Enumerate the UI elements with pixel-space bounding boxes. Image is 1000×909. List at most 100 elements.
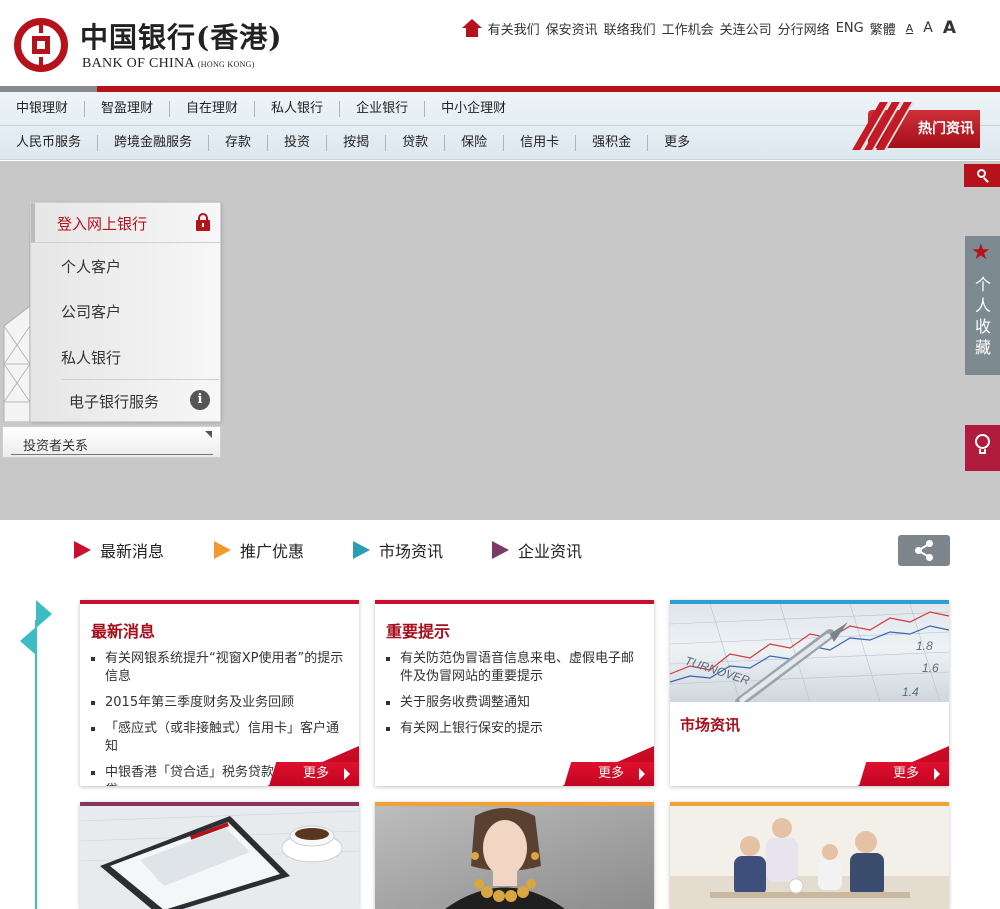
chart-word-1-8: 1.8 <box>916 639 933 653</box>
nav-loans[interactable]: 贷款 <box>386 135 446 151</box>
link-branch-network[interactable]: 分行网络 <box>778 19 830 38</box>
card-title: 重要提示 <box>386 622 451 641</box>
tips-button[interactable] <box>965 425 1000 471</box>
nav-free-wealth[interactable]: 自在理财 <box>170 100 256 117</box>
login-private-banking[interactable]: 私人银行 <box>61 347 121 368</box>
logo-english-name: BANK OF CHINA (HONG KONG) <box>82 56 255 71</box>
nav-sme[interactable]: 中小企理财 <box>425 101 522 117</box>
timeline-line <box>35 620 37 909</box>
family-photo <box>670 806 949 909</box>
share-button[interactable] <box>898 535 950 566</box>
search-button[interactable] <box>964 164 1000 187</box>
promotion-card[interactable] <box>375 802 654 909</box>
chevron-right-icon <box>639 768 645 780</box>
news-item[interactable]: 有关网银系统提升“视窗XP使用者”的提示信息 <box>91 650 349 686</box>
info-icon[interactable]: i <box>190 390 210 410</box>
nav-corporate-banking[interactable]: 企业银行 <box>340 100 426 117</box>
link-careers[interactable]: 工作机会 <box>662 19 714 38</box>
tab-arrow-icon <box>492 541 509 559</box>
nav-wise-wealth[interactable]: 智盈理财 <box>85 100 171 117</box>
chart-word-1-6: 1.6 <box>922 661 939 675</box>
notice-item[interactable]: 有关防范伪冒语音信息来电、虚假电子邮件及伪冒网站的重要提示 <box>386 650 644 686</box>
online-banking-login-panel: 登入网上银行 个人客户 公司客户 私人银行 电子银行服务 i <box>30 202 221 422</box>
font-size-small[interactable]: A <box>906 22 914 35</box>
tab-arrow-icon <box>214 541 231 559</box>
chevron-right-icon <box>344 768 350 780</box>
chevron-right-icon <box>934 768 940 780</box>
notice-item[interactable]: 关于服务收费调整通知 <box>386 694 644 712</box>
nav-cross-border[interactable]: 跨境金融服务 <box>98 135 210 151</box>
nav-row-products: 人民币服务 跨境金融服务 存款 投资 按揭 贷款 保险 信用卡 强积金 更多 <box>0 126 706 160</box>
login-divider <box>61 379 219 380</box>
link-related-companies[interactable]: 关连公司 <box>720 19 772 38</box>
lang-traditional[interactable]: 繁體 <box>870 19 896 38</box>
login-header[interactable]: 登入网上银行 <box>31 203 220 243</box>
lightbulb-icon <box>975 434 990 454</box>
tab-latest-news[interactable]: 最新消息 <box>74 538 164 562</box>
personal-favorites-tab[interactable]: ★ 个 人 收 藏 <box>965 236 1000 375</box>
login-personal[interactable]: 个人客户 <box>61 256 121 277</box>
hot-news-label: 热门资讯 <box>918 121 974 137</box>
login-title: 登入网上银行 <box>57 215 148 233</box>
tab-arrow-icon <box>74 541 91 559</box>
logo-chinese-name: 中国银行(香港) <box>80 21 283 54</box>
latest-news-card: 最新消息 有关网银系统提升“视窗XP使用者”的提示信息 2015年第三季度财务及… <box>80 600 359 786</box>
link-security-info[interactable]: 保安资讯 <box>546 19 598 38</box>
corporate-info-card[interactable] <box>670 802 949 909</box>
ebanking-services-link[interactable]: 电子银行服务 <box>69 391 159 412</box>
nav-credit-card[interactable]: 信用卡 <box>504 135 577 151</box>
hot-news-button[interactable]: 热门资讯 <box>852 102 980 150</box>
card-title: 最新消息 <box>91 622 156 641</box>
nav-mortgage[interactable]: 按揭 <box>327 135 387 151</box>
investor-relations-label: 投资者关系 <box>23 439 89 454</box>
content-tabs: 最新消息 推广优惠 市场资讯 企业资讯 <box>74 538 954 566</box>
home-icon[interactable] <box>461 19 482 37</box>
more-button[interactable]: 更多 <box>267 746 359 786</box>
star-icon: ★ <box>971 240 991 265</box>
notice-list: 有关防范伪冒语音信息来电、虚假电子邮件及伪冒网站的重要提示 关于服务收费调整通知… <box>386 650 644 746</box>
important-notice-card: 重要提示 有关防范伪冒语音信息来电、虚假电子邮件及伪冒网站的重要提示 关于服务收… <box>375 600 654 786</box>
chart-word-1-4: 1.4 <box>902 685 919 699</box>
chart-word-turnover: TURNOVER <box>683 654 752 688</box>
notice-item[interactable]: 有关网上银行保安的提示 <box>386 720 644 738</box>
hot-news-stripes-icon <box>852 102 914 150</box>
nav-investment[interactable]: 投资 <box>268 135 328 151</box>
tab-market-info[interactable]: 市场资讯 <box>353 538 443 562</box>
card-title: 市场资讯 <box>680 716 741 734</box>
more-button[interactable]: 更多 <box>562 746 654 786</box>
lang-english[interactable]: ENG <box>836 21 864 36</box>
market-chart-image: TURNOVER 1.8 1.6 1.4 <box>670 604 949 702</box>
boc-logo[interactable]: 中国银行(香港) BANK OF CHINA (HONG KONG) <box>14 14 284 74</box>
timeline-arrow-icon <box>20 627 36 655</box>
lock-icon <box>196 213 210 231</box>
link-contact-us[interactable]: 联络我们 <box>604 19 656 38</box>
nav-private-banking[interactable]: 私人银行 <box>255 100 341 117</box>
font-size-large[interactable]: A <box>943 18 956 38</box>
main-navigation: 中银理财 智盈理财 自在理财 私人银行 企业银行 中小企理财 人民币服务 跨境金… <box>0 92 1000 160</box>
tab-promotions[interactable]: 推广优惠 <box>214 538 304 562</box>
nav-insurance[interactable]: 保险 <box>445 135 505 151</box>
tablet-coffee-photo <box>80 806 359 909</box>
news-item[interactable]: 2015年第三季度财务及业务回顾 <box>91 694 349 712</box>
woman-portrait-photo <box>375 806 654 909</box>
site-header: 中国银行(香港) BANK OF CHINA (HONG KONG) 有关我们 … <box>0 0 1000 86</box>
utility-links: 有关我们 保安资讯 联络我们 工作机会 关连公司 分行网络 ENG 繁體 A A… <box>461 18 962 38</box>
nav-deposits[interactable]: 存款 <box>209 135 269 151</box>
nav-mpf[interactable]: 强积金 <box>576 135 649 151</box>
investor-relations-dropdown[interactable]: 投资者关系 <box>2 426 221 458</box>
favorites-label: 个 人 收 藏 <box>974 275 991 357</box>
nav-rmb-services[interactable]: 人民币服务 <box>0 135 99 151</box>
font-size-medium[interactable]: A <box>923 20 933 36</box>
link-about-us[interactable]: 有关我们 <box>488 19 540 38</box>
nav-boc-wealth[interactable]: 中银理财 <box>0 100 86 117</box>
market-info-card: TURNOVER 1.8 1.6 1.4 市场资讯 更多 <box>670 600 949 786</box>
nav-more[interactable]: 更多 <box>648 135 706 151</box>
timeline-flag-icon <box>36 600 52 628</box>
tab-arrow-icon <box>353 541 370 559</box>
more-button[interactable]: 更多 <box>857 746 949 786</box>
login-corporate[interactable]: 公司客户 <box>61 301 121 322</box>
tab-corporate-info[interactable]: 企业资讯 <box>492 538 582 562</box>
boc-logo-mark <box>14 18 68 72</box>
dropdown-corner-icon <box>205 431 212 438</box>
ebanking-promo-card[interactable] <box>80 802 359 909</box>
